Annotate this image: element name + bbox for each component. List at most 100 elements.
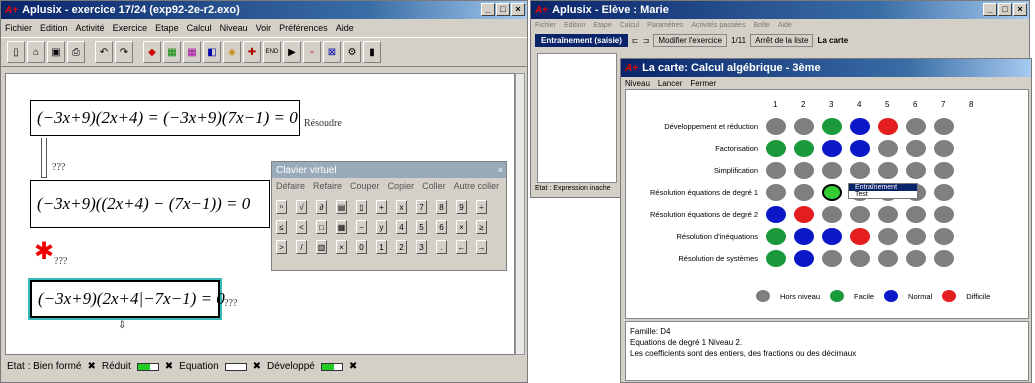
keyboard-key[interactable]: ▥ bbox=[316, 240, 327, 254]
tool5-icon[interactable]: ◈ bbox=[223, 41, 241, 63]
keyboard-key[interactable]: ▦ bbox=[336, 220, 347, 234]
keyboard-key[interactable]: 0 bbox=[356, 240, 367, 254]
scrollbar[interactable] bbox=[515, 73, 525, 355]
map-dot[interactable] bbox=[878, 206, 898, 223]
map-dot[interactable] bbox=[906, 162, 926, 179]
map-dot[interactable] bbox=[822, 250, 842, 267]
map-dot[interactable] bbox=[822, 228, 842, 245]
keyboard-action-4[interactable]: Coller bbox=[422, 181, 446, 191]
tool4-icon[interactable]: ◧ bbox=[203, 41, 221, 63]
keyboard-close-icon[interactable]: × bbox=[498, 165, 503, 175]
map-dot[interactable] bbox=[934, 206, 954, 223]
right-title-bar[interactable]: A+ Aplusix - Elève : Marie _ □ × bbox=[531, 1, 1029, 19]
map-dot[interactable] bbox=[878, 250, 898, 267]
keyboard-key[interactable]: ∂ bbox=[316, 200, 327, 214]
map-dot[interactable] bbox=[766, 206, 786, 223]
keyboard-key[interactable]: > bbox=[276, 240, 287, 254]
map-dot[interactable] bbox=[878, 140, 898, 157]
tool6-icon[interactable]: ✚ bbox=[243, 41, 261, 63]
map-dot[interactable] bbox=[878, 228, 898, 245]
maximize-icon[interactable]: □ bbox=[496, 3, 510, 16]
undo-icon[interactable]: ↶ bbox=[95, 41, 113, 63]
prev-icon[interactable]: ⊏ bbox=[632, 36, 639, 45]
map-menu-item-1[interactable]: Lancer bbox=[658, 79, 682, 88]
equation-1[interactable]: (−3x+9)(2x+4) = (−3x+9)(7x−1) = 0 bbox=[30, 100, 300, 136]
left-menu-item-6[interactable]: Niveau bbox=[220, 23, 248, 33]
map-dot[interactable] bbox=[850, 140, 870, 157]
map-dot[interactable] bbox=[906, 250, 926, 267]
stop-button[interactable]: Arrêt de la liste bbox=[750, 33, 814, 47]
tool7-icon[interactable]: ▫ bbox=[303, 41, 321, 63]
left-menu-item-4[interactable]: Etape bbox=[155, 23, 179, 33]
left-menu-item-7[interactable]: Voir bbox=[256, 23, 272, 33]
keyboard-key[interactable]: 7 bbox=[416, 200, 427, 214]
map-dot[interactable] bbox=[822, 118, 842, 135]
map-title-bar[interactable]: A+ La carte: Calcul algébrique - 3ème bbox=[621, 59, 1031, 77]
keyboard-key[interactable]: y bbox=[376, 220, 387, 234]
keyboard-key[interactable]: 1 bbox=[376, 240, 387, 254]
new-icon[interactable]: ▯ bbox=[7, 41, 25, 63]
next-icon[interactable]: ⊐ bbox=[643, 36, 650, 45]
map-dot[interactable] bbox=[794, 118, 814, 135]
map-dot[interactable] bbox=[766, 140, 786, 157]
map-dot[interactable] bbox=[794, 162, 814, 179]
save-icon[interactable]: ▣ bbox=[47, 41, 65, 63]
keyboard-key[interactable]: ▯ bbox=[356, 200, 367, 214]
equation-close-icon[interactable]: ✖ bbox=[165, 361, 173, 372]
keyboard-action-2[interactable]: Couper bbox=[350, 181, 380, 191]
keyboard-key[interactable]: → bbox=[476, 240, 487, 254]
keyboard-key[interactable]: 9 bbox=[456, 200, 467, 214]
keyboard-key[interactable]: / bbox=[296, 240, 307, 254]
keyboard-action-5[interactable]: Autre coller bbox=[454, 181, 500, 191]
map-dot[interactable] bbox=[934, 250, 954, 267]
map-dot[interactable] bbox=[794, 250, 814, 267]
map-dot[interactable] bbox=[906, 118, 926, 135]
equation-x-icon[interactable]: ✖ bbox=[253, 361, 261, 372]
map-dot[interactable] bbox=[850, 228, 870, 245]
keyboard-key[interactable]: < bbox=[296, 220, 307, 234]
tool2-icon[interactable]: ▦ bbox=[163, 41, 181, 63]
keyboard-key[interactable]: . bbox=[436, 240, 447, 254]
map-dot[interactable] bbox=[850, 162, 870, 179]
keyboard-key[interactable]: ≥ bbox=[476, 220, 487, 234]
context-menu-item[interactable]: Test bbox=[849, 191, 917, 198]
map-dot[interactable] bbox=[766, 250, 786, 267]
right-menu-item-5[interactable]: Activités passées bbox=[691, 22, 745, 29]
map-dot[interactable] bbox=[794, 140, 814, 157]
left-menu-item-1[interactable]: Edition bbox=[40, 23, 68, 33]
map-dot[interactable] bbox=[766, 228, 786, 245]
left-title-bar[interactable]: A+ Aplusix - exercice 17/24 (exp92-2e-r2… bbox=[1, 1, 527, 19]
redo-icon[interactable]: ↷ bbox=[115, 41, 133, 63]
close-icon[interactable]: × bbox=[511, 3, 525, 16]
right-menu-item-0[interactable]: Fichier bbox=[535, 22, 556, 29]
left-menu-item-2[interactable]: Activité bbox=[76, 23, 105, 33]
map-dot[interactable] bbox=[822, 162, 842, 179]
map-dot[interactable] bbox=[906, 228, 926, 245]
keyboard-key[interactable]: ▤ bbox=[336, 200, 347, 214]
equation-3-editing[interactable]: (−3x+9)(2x+4|−7x−1) = 0 bbox=[30, 280, 225, 318]
developpe-close-icon[interactable]: ✖ bbox=[349, 361, 357, 372]
left-menu-item-8[interactable]: Préférences bbox=[279, 23, 328, 33]
map-dot[interactable] bbox=[850, 250, 870, 267]
keyboard-key[interactable]: × bbox=[456, 220, 467, 234]
map-dot[interactable] bbox=[794, 228, 814, 245]
map-dot[interactable] bbox=[878, 118, 898, 135]
right-menu-item-4[interactable]: Paramètres bbox=[647, 22, 683, 29]
map-dot[interactable] bbox=[850, 206, 870, 223]
keyboard-key[interactable]: √ bbox=[296, 200, 307, 214]
minimize-icon[interactable]: _ bbox=[481, 3, 495, 16]
keyboard-key[interactable]: + bbox=[376, 200, 387, 214]
keyboard-key[interactable]: 3 bbox=[416, 240, 427, 254]
tool3-icon[interactable]: ▦ bbox=[183, 41, 201, 63]
keyboard-action-3[interactable]: Copier bbox=[388, 181, 415, 191]
map-dot[interactable] bbox=[794, 184, 814, 201]
minimize-icon-right[interactable]: _ bbox=[983, 3, 997, 16]
left-menu-item-0[interactable]: Fichier bbox=[5, 23, 32, 33]
map-dot[interactable] bbox=[822, 140, 842, 157]
keyboard-key[interactable]: 5 bbox=[416, 220, 427, 234]
keyboard-action-1[interactable]: Refaire bbox=[313, 181, 342, 191]
map-dot[interactable] bbox=[934, 184, 954, 201]
the-end-icon[interactable]: END bbox=[263, 41, 281, 63]
reduit-close-icon[interactable]: ✖ bbox=[87, 361, 95, 372]
right-menu-item-2[interactable]: Etape bbox=[593, 22, 611, 29]
